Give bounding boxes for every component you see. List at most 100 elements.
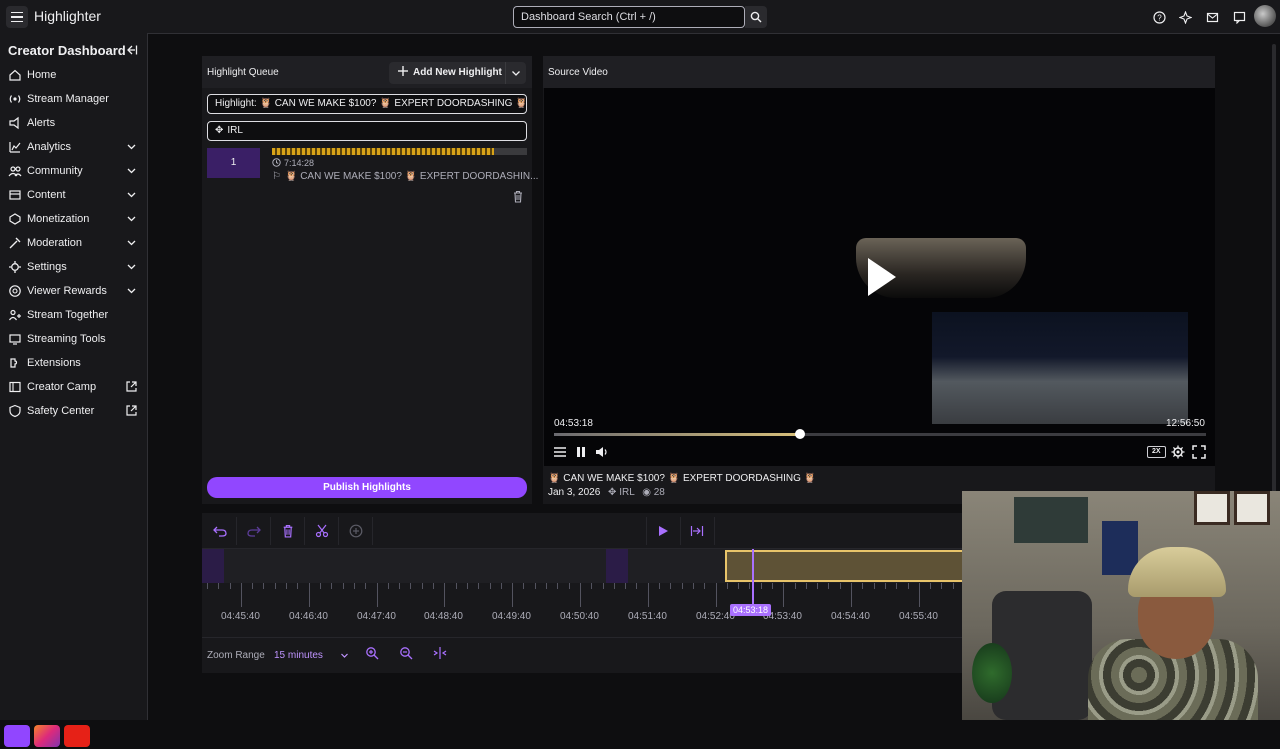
sidebar-item-streaming-tools[interactable]: Streaming Tools [0,328,147,350]
sidebar-item-moderation[interactable]: Moderation [0,232,147,254]
sidebar-item-home[interactable]: Home [0,64,147,86]
sidebar-item-alerts[interactable]: Alerts [0,112,147,134]
sidebar-item-analytics[interactable]: Analytics [0,136,147,158]
play-icon[interactable] [656,524,670,538]
divider [714,517,715,545]
video-date: Jan 3, 2026 [548,487,601,498]
sidebar-item-label: Moderation [27,237,83,249]
sidebar-item-settings[interactable]: Settings [0,256,147,278]
category-field[interactable]: ✥ IRL [207,121,527,141]
speed-badge[interactable]: 2X [1147,446,1166,458]
scissors-icon[interactable] [315,524,329,538]
clock-icon [272,158,281,167]
svg-text:?: ? [1157,13,1162,22]
ruler-major-tick [919,583,920,607]
redo-icon[interactable] [247,524,261,538]
chevron-down-icon[interactable] [340,651,349,660]
ruler-tick [772,583,773,589]
search-icon [750,11,762,23]
search-input[interactable] [513,6,745,28]
list-item[interactable]: 1 7:14:28 ⚐ 🦉 CAN WE MAKE $100? 🦉 EXPERT … [207,148,538,206]
pause-icon[interactable] [574,445,588,459]
sparkle-icon[interactable] [1177,9,1193,25]
sidebar-item-label: Alerts [27,117,56,129]
menu-icon[interactable] [6,6,28,28]
play-icon[interactable] [866,256,898,298]
sidebar-item-label: Home [27,69,57,81]
current-time: 04:53:18 [554,418,593,429]
chat-icon[interactable] [1231,9,1247,25]
sidebar-item-monetization[interactable]: Monetization [0,208,147,230]
zoom-in-icon[interactable] [365,646,379,660]
chevron-down-icon [127,168,136,174]
list-icon[interactable] [553,445,567,459]
trash-icon[interactable] [512,190,524,203]
ruler-major-tick [512,583,513,607]
undo-icon[interactable] [213,524,227,538]
ruler-major-tick [783,583,784,607]
trash-icon[interactable] [281,524,295,538]
webcam-poster [1014,497,1088,543]
settings-icon [9,261,21,273]
sidebar-item-label: Extensions [27,357,81,369]
video-player[interactable]: 04:53:18 12:56:50 2X [544,88,1215,466]
ruler-tick [862,583,863,589]
external-link-icon [126,405,137,416]
queue-item-title-text: 🦉 CAN WE MAKE $100? 🦉 EXPERT DOORDASHIN.… [284,171,539,182]
ruler-major-tick [241,583,242,607]
sidebar-item-content[interactable]: Content [0,184,147,206]
sidebar-item-stream-manager[interactable]: Stream Manager [0,88,147,110]
zoom-range-select[interactable]: 15 minutes [274,650,323,661]
sidebar-item-viewer-rewards[interactable]: Viewer Rewards [0,280,147,302]
help-icon[interactable]: ? [1151,9,1167,25]
ruler-tick [670,583,671,589]
ruler-tick [557,583,558,589]
ruler-tick [365,583,366,589]
zoom-range-label: Zoom Range [207,650,265,661]
gear-icon[interactable] [1171,445,1185,459]
sidebar-item-safety-center[interactable]: Safety Center [0,400,147,422]
video-meta: Jan 3, 2026 ✥ IRL ◉ 28 [548,487,665,498]
collapse-icon[interactable] [124,43,138,57]
sidebar-item-label: Settings [27,261,67,273]
ruler-tick [591,583,592,589]
sidebar-item-community[interactable]: Community [0,160,147,182]
top-bar: Highlighter ? [0,0,1280,33]
inbox-icon[interactable] [1204,9,1220,25]
community-icon [8,166,22,177]
zoom-out-icon[interactable] [399,646,413,660]
gamepad-icon: ✥ [215,125,224,136]
highlight-title-field[interactable]: Highlight: 🦉 CAN WE MAKE $100? 🦉 EXPERT … [207,94,527,114]
playhead[interactable] [752,549,754,611]
highlight-queue-panel: Highlight Queue Add New Highlight Highli… [202,56,538,504]
ruler-tick [218,583,219,589]
search-button[interactable] [745,6,767,28]
divider [505,62,506,84]
fit-timeline-icon[interactable] [433,646,447,660]
chevron-down-icon [127,240,136,246]
sidebar-item-extensions[interactable]: Extensions [0,352,147,374]
add-circle-icon[interactable] [349,524,363,538]
ruler-tick [840,583,841,589]
ruler-tick [761,583,762,589]
ruler-tick [885,583,886,589]
webcam-sign [1102,521,1138,575]
divider [270,517,271,545]
fullscreen-icon[interactable] [1192,445,1206,459]
ruler-tick [806,583,807,589]
add-highlight-button[interactable]: Add New Highlight [389,62,526,84]
sidebar-item-creator-camp[interactable]: Creator Camp [0,376,147,398]
publish-highlights-button[interactable]: Publish Highlights [207,477,527,498]
chevron-down-icon[interactable] [511,68,521,78]
volume-icon[interactable] [595,445,609,459]
ruler-tick [535,583,536,589]
seek-bar[interactable] [554,429,1206,439]
sidebar-item-label: Monetization [27,213,90,225]
sidebar-item-stream-together[interactable]: Stream Together [0,304,147,326]
highlight-segment-track [494,148,527,155]
sidebar-item-label: Content [27,189,66,201]
selected-clip[interactable] [725,550,970,582]
avatar[interactable] [1254,5,1276,27]
skip-to-end-icon[interactable] [690,524,704,538]
seek-handle[interactable] [794,429,805,439]
